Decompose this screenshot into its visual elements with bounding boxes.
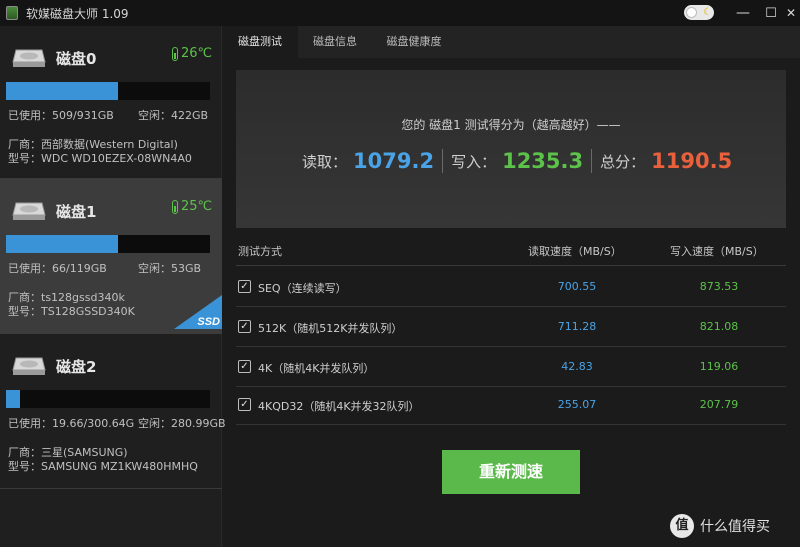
maximize-button[interactable]: ☐: [760, 2, 782, 24]
usage-bar: [6, 235, 210, 253]
write-speed: 873.53: [699, 280, 739, 293]
window-title: 软媒磁盘大师 1.09: [26, 6, 129, 21]
score-separator: [442, 149, 444, 173]
disk-temperature: 26℃: [172, 46, 212, 61]
table-row: ✓ 512K（随机512K并发队列） 711.28 821.08: [236, 307, 786, 347]
disk-name: 磁盘0: [56, 50, 97, 68]
thermometer-icon: [172, 46, 178, 61]
read-score-value: 1079.2: [353, 149, 435, 173]
table-row: ✓ 4KQD32（随机4K并发32队列） 255.07 207.79: [236, 385, 786, 425]
title-bar: 软媒磁盘大师 1.09 ☾ — ☐ ✕: [0, 0, 800, 26]
disk-item-2[interactable]: 磁盘2 已使用：19.66/300.64G 空闲：280.99GB 厂商：三星(…: [0, 334, 226, 489]
table-row: ✓ SEQ（连续读写） 700.55 873.53: [236, 267, 786, 307]
usage-bar: [6, 82, 210, 100]
retest-button[interactable]: 重新测速: [442, 450, 580, 494]
divider: [0, 488, 222, 489]
tab-bar: 磁盘测试 磁盘信息 磁盘健康度: [222, 26, 800, 58]
row-checkbox[interactable]: ✓: [238, 398, 251, 411]
tab-disk-info[interactable]: 磁盘信息: [300, 26, 370, 58]
score-summary: 您的 磁盘1 测试得分为（越高越好）——: [401, 118, 621, 132]
hard-drive-icon: [12, 357, 46, 375]
results-table-header: 测试方式 读取速度（MB/S） 写入速度（MB/S）: [236, 236, 786, 266]
usage-text: 已使用：66/119GB 空闲：53GB: [8, 260, 201, 276]
score-panel: 您的 磁盘1 测试得分为（越高越好）—— 读取： 1079.2 写入： 1235…: [236, 70, 786, 228]
disk-item-0[interactable]: 磁盘0 26℃ 已使用：509/931GB 空闲：422GB 厂商：西部数据(W…: [0, 26, 222, 178]
thermometer-icon: [172, 199, 178, 214]
moon-icon: ☾: [703, 7, 712, 18]
read-score-label: 读取：: [302, 152, 348, 171]
test-name: 4K（随机4K并发队列）: [258, 362, 375, 375]
test-name: 512K（随机512K并发队列）: [258, 322, 403, 335]
tab-disk-health[interactable]: 磁盘健康度: [374, 26, 454, 58]
column-write-speed: 写入速度（MB/S）: [670, 245, 764, 258]
disk-name: 磁盘2: [56, 358, 97, 376]
read-speed: 711.28: [557, 320, 597, 333]
usage-bar-fill: [6, 390, 21, 408]
row-checkbox[interactable]: ✓: [238, 320, 251, 333]
watermark-logo: 值: [670, 514, 694, 538]
theme-toggle[interactable]: ☾: [684, 5, 714, 20]
tab-disk-test[interactable]: 磁盘测试: [222, 26, 298, 58]
write-score-label: 写入：: [451, 152, 497, 171]
temperature-value: 26℃: [181, 46, 213, 61]
usage-bar-fill: [6, 235, 119, 253]
disk-temperature: 25℃: [172, 199, 212, 214]
hard-drive-icon: [12, 202, 46, 220]
free-space: 空闲：53GB: [138, 262, 202, 275]
test-name: 4KQD32（随机4K并发32队列）: [258, 400, 420, 413]
ssd-badge-label: SSD: [197, 316, 220, 328]
watermark-text: 什么值得买: [700, 519, 770, 535]
model-text: 型号：SAMSUNG MZ1KW480HMHQ: [8, 460, 198, 473]
free-space: 空闲：280.99GB: [138, 417, 226, 430]
close-button[interactable]: ✕: [780, 2, 800, 24]
score-separator: [591, 149, 593, 173]
minimize-button[interactable]: —: [732, 2, 754, 24]
used-space: 已使用：66/119GB: [8, 262, 107, 275]
row-checkbox[interactable]: ✓: [238, 360, 251, 373]
read-speed: 255.07: [557, 398, 597, 411]
usage-bar-fill: [6, 82, 119, 100]
write-score-value: 1235.3: [502, 149, 584, 173]
total-score-label: 总分：: [600, 152, 646, 171]
column-read-speed: 读取速度（MB/S）: [528, 245, 622, 258]
column-test-method: 测试方式: [238, 245, 282, 258]
row-checkbox[interactable]: ✓: [238, 280, 251, 293]
read-speed: 42.83: [561, 360, 593, 373]
usage-bar: [6, 390, 210, 408]
model-text: 型号：TS128GSSD340K: [8, 305, 135, 318]
write-speed: 207.79: [699, 398, 739, 411]
write-speed: 119.06: [699, 360, 739, 373]
hard-drive-icon: [12, 49, 46, 67]
free-space: 空闲：422GB: [138, 109, 209, 122]
app-icon: [6, 6, 18, 20]
watermark: 值 什么值得买: [670, 514, 770, 538]
table-row: ✓ 4K（随机4K并发队列） 42.83 119.06: [236, 347, 786, 387]
usage-text: 已使用：19.66/300.64G 空闲：280.99GB: [8, 415, 226, 431]
used-space: 已使用：509/931GB: [8, 109, 114, 122]
ssd-badge: SSD: [174, 295, 222, 329]
disk-name: 磁盘1: [56, 203, 97, 221]
used-space: 已使用：19.66/300.64G: [8, 417, 135, 430]
model-text: 型号：WDC WD10EZEX-08WN4A0: [8, 152, 192, 165]
temperature-value: 25℃: [181, 199, 213, 214]
write-speed: 821.08: [699, 320, 739, 333]
toggle-knob: [686, 7, 697, 18]
disk-sidebar: 磁盘0 26℃ 已使用：509/931GB 空闲：422GB 厂商：西部数据(W…: [0, 26, 226, 547]
usage-text: 已使用：509/931GB 空闲：422GB: [8, 107, 208, 123]
disk-item-1[interactable]: 磁盘1 25℃ 已使用：66/119GB 空闲：53GB 厂商：ts128gss…: [0, 179, 222, 334]
total-score-value: 1190.5: [651, 149, 733, 173]
score-values: 读取： 1079.2 写入： 1235.3 总分： 1190.5: [302, 146, 732, 176]
read-speed: 700.55: [557, 280, 597, 293]
test-name: SEQ（连续读写）: [258, 282, 347, 295]
